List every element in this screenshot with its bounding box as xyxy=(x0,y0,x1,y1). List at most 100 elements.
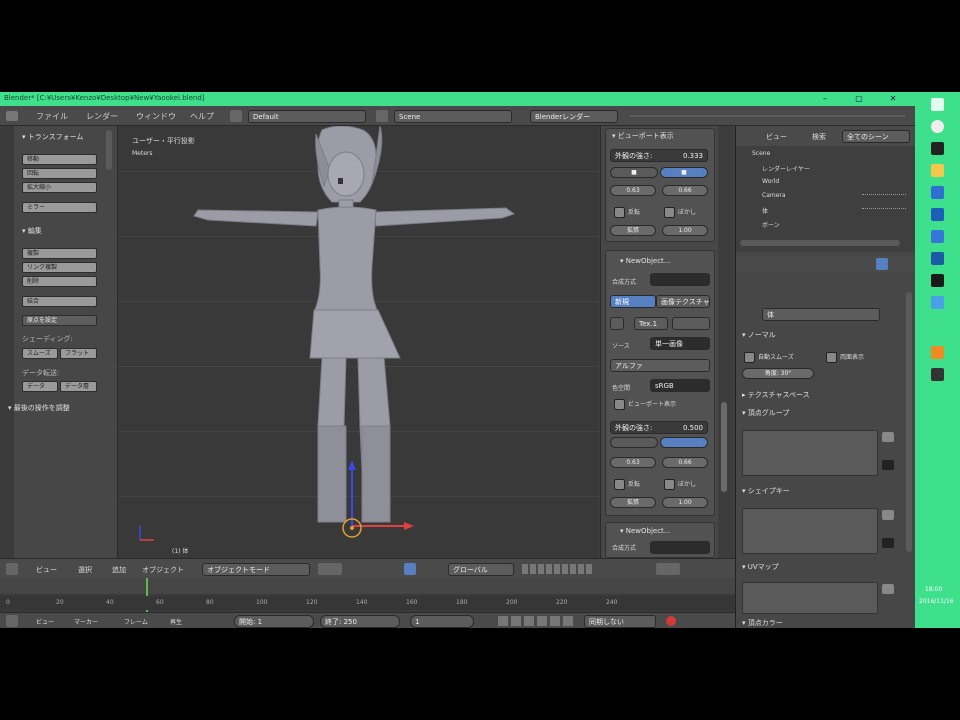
start-frame-field[interactable]: 開始: 1 xyxy=(234,615,314,628)
vertex-groups-header[interactable]: ▾ 頂点グループ xyxy=(742,408,789,418)
tool-shelf-scrollbar[interactable] xyxy=(106,130,112,170)
color-swatch-c[interactable] xyxy=(610,437,658,448)
edit-header[interactable]: ▾ 編集 xyxy=(22,226,42,236)
value-d-field[interactable]: 0.66 xyxy=(662,457,708,468)
blender-icon[interactable] xyxy=(931,346,944,359)
store-icon[interactable] xyxy=(931,208,944,221)
value-a-field[interactable]: 0.63 xyxy=(610,185,656,196)
auto-smooth-checkbox[interactable] xyxy=(744,352,755,363)
extend-field[interactable]: 拡張 xyxy=(610,497,656,508)
explorer-icon[interactable] xyxy=(931,164,944,177)
last-operator-header[interactable]: ▾ 最後の操作を調整 xyxy=(8,403,70,413)
render-engine-dropdown[interactable]: Blenderレンダー xyxy=(530,110,618,123)
add-icon[interactable] xyxy=(882,432,894,442)
character-mesh[interactable] xyxy=(118,126,598,558)
vertex-colors-header[interactable]: ▾ 頂点カラー xyxy=(742,618,783,628)
menu-render[interactable]: レンダー xyxy=(86,111,118,122)
restrict-icons[interactable] xyxy=(862,194,906,200)
texture-space-header[interactable]: ▸ テクスチャスペース xyxy=(742,390,810,400)
image-texture-button[interactable]: 画像テクスチャ xyxy=(656,295,710,308)
uv-maps-list[interactable] xyxy=(742,582,878,614)
size-field-2[interactable]: 外観の強さ: 0.500 xyxy=(610,421,708,434)
chat-icon[interactable] xyxy=(931,296,944,309)
manipulator-icon[interactable] xyxy=(404,563,416,575)
texture-options[interactable] xyxy=(672,317,710,330)
invert-checkbox[interactable] xyxy=(614,479,625,490)
texture-browse-button[interactable] xyxy=(610,317,624,330)
blur-checkbox[interactable] xyxy=(664,207,675,218)
app-icon[interactable] xyxy=(931,230,944,243)
source-dropdown[interactable]: 単一画像 xyxy=(650,337,710,350)
menu-object[interactable]: オブジェクト xyxy=(142,565,184,575)
editor-type-icon[interactable] xyxy=(6,615,18,627)
size-field[interactable]: 外観の強さ: 0.333 xyxy=(610,149,708,162)
blend-mode-dropdown[interactable] xyxy=(650,541,710,554)
outliner-item[interactable]: Scene xyxy=(752,150,770,157)
outliner-item[interactable]: World xyxy=(762,178,779,185)
menu-marker[interactable]: マーカー xyxy=(74,617,98,626)
view-as-render-checkbox[interactable] xyxy=(614,399,625,410)
menu-select[interactable]: 選択 xyxy=(78,565,92,575)
restrict-icons[interactable] xyxy=(862,208,906,214)
task-view-icon[interactable] xyxy=(931,142,944,155)
playback-controls[interactable] xyxy=(498,616,576,626)
angle-field[interactable]: 角度: 30° xyxy=(742,368,814,379)
color-swatch-b[interactable]: ■ xyxy=(660,167,708,178)
blur-checkbox[interactable] xyxy=(664,479,675,490)
record-icon[interactable] xyxy=(666,616,676,626)
3d-viewport[interactable]: ユーザー・平行投影 Meters (1) 体 xyxy=(118,126,598,558)
tool-shelf-tabs[interactable] xyxy=(0,126,14,558)
shape-keys-header[interactable]: ▾ シェイプキー xyxy=(742,486,790,496)
data-layout-button[interactable]: データ層 xyxy=(60,381,97,392)
editor-type-icon[interactable] xyxy=(6,111,18,121)
n-panel-scrollbar[interactable] xyxy=(721,402,727,492)
pin-icon[interactable] xyxy=(931,274,944,287)
recorder-icon[interactable] xyxy=(931,368,944,381)
menu-icon[interactable] xyxy=(882,460,894,470)
mesh-name-field[interactable]: 体 xyxy=(762,308,880,321)
sync-dropdown[interactable]: 同期しない xyxy=(584,615,656,628)
normals-header[interactable]: ▾ ノーマル xyxy=(742,330,776,340)
scale-button[interactable]: 拡大縮小 xyxy=(22,182,97,193)
outliner-view-menu[interactable]: ビュー xyxy=(766,132,787,142)
transform-header[interactable]: ▾ トランスフォーム xyxy=(22,132,83,142)
orientation-dropdown[interactable]: グローバル xyxy=(448,563,514,576)
outliner-item[interactable]: ボーン xyxy=(762,220,780,229)
value-c-field[interactable]: 0.63 xyxy=(610,457,656,468)
outliner-item[interactable]: Camera xyxy=(762,192,786,199)
outliner-search-menu[interactable]: 検索 xyxy=(812,132,826,142)
smooth-shading-button[interactable]: スムーズ xyxy=(22,348,58,359)
set-origin-dropdown[interactable]: 原点を設定 xyxy=(22,315,97,326)
end-frame-field[interactable]: 終了: 250 xyxy=(320,615,400,628)
search-icon[interactable] xyxy=(931,120,944,133)
data-transfer-button[interactable]: データ xyxy=(22,381,58,392)
screen-layout-icon[interactable] xyxy=(230,110,242,122)
delete-button[interactable]: 削除 xyxy=(22,276,97,287)
minimize-button[interactable]: – xyxy=(818,93,832,105)
rotate-button[interactable]: 回転 xyxy=(22,168,97,179)
flat-shading-button[interactable]: フラット xyxy=(60,348,97,359)
translate-button[interactable]: 移動 xyxy=(22,154,97,165)
uv-maps-header[interactable]: ▾ UVマップ xyxy=(742,562,779,572)
timeline[interactable]: 0 20 40 60 80 100 120 140 160 180 200 22… xyxy=(0,578,735,612)
menu-help[interactable]: ヘルプ xyxy=(190,111,214,122)
factor-field[interactable]: 1.00 xyxy=(662,497,708,508)
panel-header[interactable]: ▾ NewObject... xyxy=(620,257,670,265)
windows-start-icon[interactable] xyxy=(931,98,944,111)
properties-scrollbar[interactable] xyxy=(906,292,912,552)
layer-buttons[interactable] xyxy=(522,564,594,574)
snap-icon[interactable] xyxy=(656,563,680,575)
editor-type-icon[interactable] xyxy=(6,563,18,575)
extend-field[interactable]: 拡張 xyxy=(610,225,656,236)
maximize-button[interactable]: ▢ xyxy=(852,93,866,105)
menu-view[interactable]: ビュー xyxy=(36,565,57,575)
outliner-scrollbar[interactable] xyxy=(740,240,900,246)
mail-icon[interactable] xyxy=(931,252,944,265)
alpha-dropdown[interactable]: アルファ xyxy=(610,359,710,372)
value-b-field[interactable]: 0.66 xyxy=(662,185,708,196)
close-button[interactable]: ✕ xyxy=(886,93,900,105)
menu-frame[interactable]: フレーム xyxy=(124,617,148,626)
edge-icon[interactable] xyxy=(931,186,944,199)
mesh-data-tab-icon[interactable] xyxy=(876,258,888,270)
blend-mode-dropdown[interactable] xyxy=(650,273,710,286)
